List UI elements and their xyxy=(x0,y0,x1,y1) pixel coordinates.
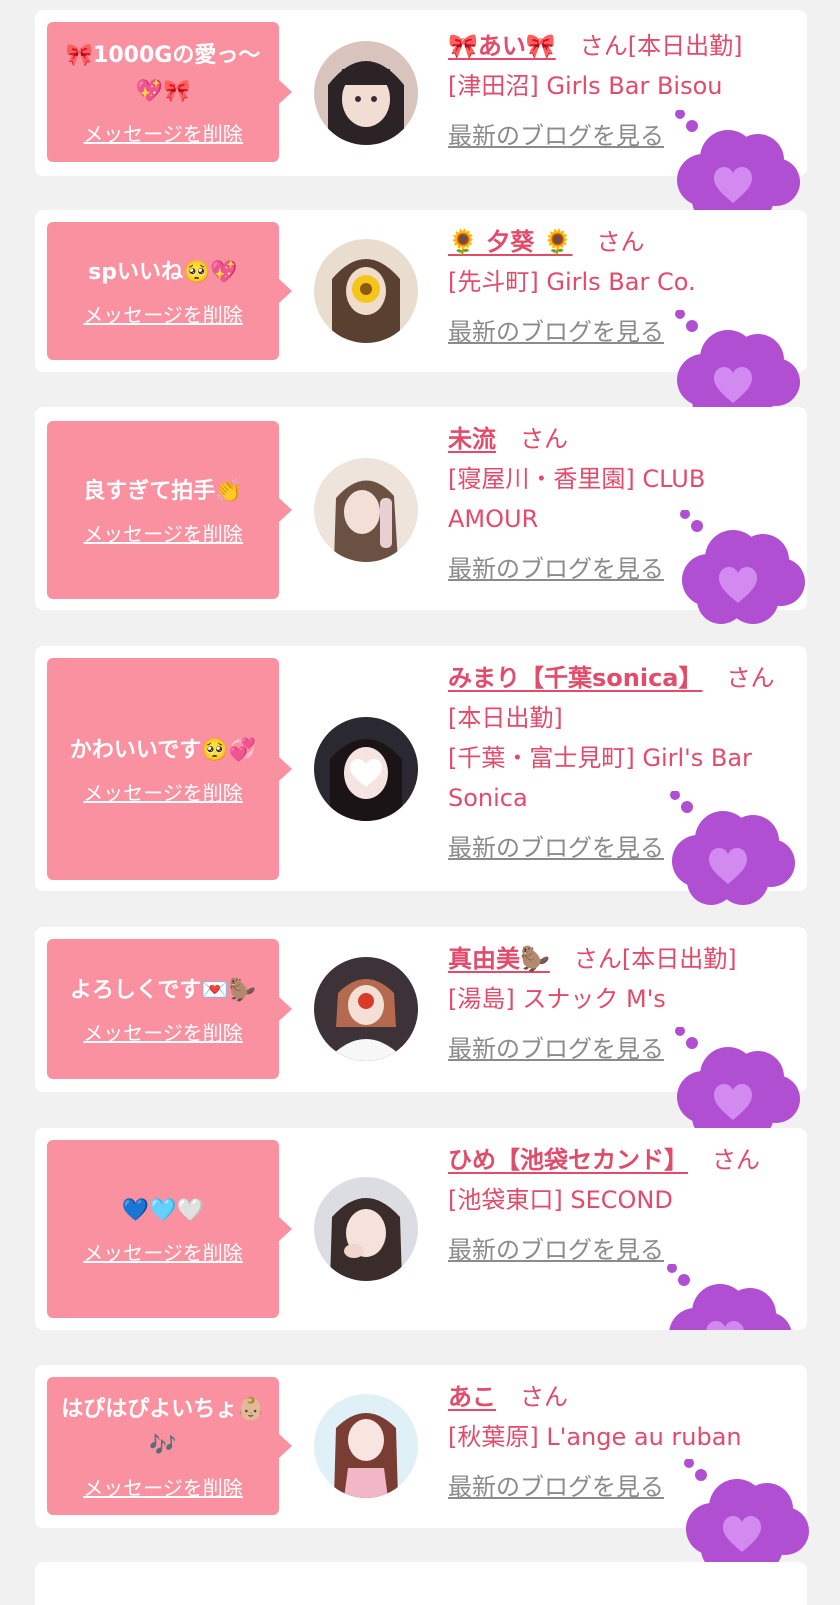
message-list: 🎀1000Gの愛っ〜💖🎀 メッセージを削除 🎀あい🎀 さん[本日出勤] [津田沼]… xyxy=(0,0,840,1605)
shop-name: [湯島] スナック M's xyxy=(448,985,666,1013)
delete-message-link[interactable]: メッセージを削除 xyxy=(83,518,243,547)
delete-message-link[interactable]: メッセージを削除 xyxy=(83,1472,243,1501)
honorific: さん xyxy=(520,1383,568,1411)
avatar[interactable] xyxy=(314,239,418,343)
message-card: はぴはぴよいちょ👶🏼🎶 メッセージを削除 あこ さん [秋葉原] L'ange a… xyxy=(35,1365,809,1573)
delete-message-link[interactable]: メッセージを削除 xyxy=(83,777,243,806)
honorific: さん xyxy=(596,228,645,256)
message-text: よろしくです💌🦫 xyxy=(69,977,257,1003)
honorific: さん xyxy=(726,664,775,692)
avatar[interactable] xyxy=(314,458,418,562)
girl-name-link[interactable]: あこ xyxy=(448,1383,496,1411)
status-label: [本日出勤] xyxy=(448,704,563,732)
shop-name: [津田沼] Girls Bar Bisou xyxy=(448,72,723,100)
honorific: さん xyxy=(573,945,622,973)
message-bubble: 💙🩵🤍 メッセージを削除 xyxy=(47,1140,292,1318)
message-bubble: かわいいです🥺💞 メッセージを削除 xyxy=(47,658,292,880)
message-card: 良すぎて拍手👏 メッセージを削除 未流 さん [寝屋川・香里園] CLUB AMO… xyxy=(35,407,807,624)
girl-name-link[interactable]: 真由美🦫 xyxy=(448,945,550,973)
purple-heart-icon xyxy=(650,1264,800,1330)
status-label: [本日出勤] xyxy=(621,945,737,973)
message-card: spいいね🥺💖 メッセージを削除 🌻 夕葵 🌻 さん [先斗町] Girls Ba… xyxy=(35,210,807,424)
purple-heart-icon xyxy=(653,791,803,909)
message-bubble: はぴはぴよいちょ👶🏼🎶 メッセージを削除 xyxy=(47,1377,292,1515)
message-text: 🎀1000Gの愛っ〜💖🎀 xyxy=(65,42,261,104)
girl-name-link[interactable]: ひめ【池袋セカンド】 xyxy=(448,1146,688,1174)
avatar[interactable] xyxy=(314,717,418,821)
avatar[interactable] xyxy=(314,41,418,145)
girl-name-link[interactable]: 🎀あい🎀 xyxy=(448,32,556,60)
girl-info: ひめ【池袋セカンド】 さん [池袋東口] SECOND 最新のブログを見る xyxy=(448,1140,780,1270)
girl-name-link[interactable]: 🌻 夕葵 🌻 xyxy=(448,228,572,256)
avatar[interactable] xyxy=(314,1177,418,1281)
message-text: はぴはぴよいちょ👶🏼🎶 xyxy=(61,1396,265,1458)
message-bubble: spいいね🥺💖 メッセージを削除 xyxy=(47,222,292,360)
message-card: かわいいです🥺💞 メッセージを削除 みまり【千葉sonica】 さん[本日出勤] … xyxy=(35,646,807,905)
shop-name: [先斗町] Girls Bar Co. xyxy=(448,268,696,296)
delete-message-link[interactable]: メッセージを削除 xyxy=(83,1017,243,1046)
delete-message-link[interactable]: メッセージを削除 xyxy=(83,299,243,328)
honorific: さん xyxy=(579,32,628,60)
purple-heart-icon xyxy=(667,1459,817,1577)
message-card: 🎀1000Gの愛っ〜💖🎀 メッセージを削除 🎀あい🎀 さん[本日出勤] [津田沼]… xyxy=(35,10,807,224)
message-bubble: 🎀1000Gの愛っ〜💖🎀 メッセージを削除 xyxy=(47,22,292,162)
status-label: [本日出勤] xyxy=(627,32,743,60)
purple-heart-icon xyxy=(663,510,813,628)
message-card: よろしくです💌🦫 メッセージを削除 真由美🦫 さん[本日出勤] [湯島] スナック… xyxy=(35,927,807,1141)
honorific: さん xyxy=(520,425,568,453)
shop-name: [秋葉原] L'ange au ruban xyxy=(448,1423,742,1451)
message-text: spいいね🥺💖 xyxy=(88,259,238,285)
message-text: 良すぎて拍手👏 xyxy=(83,478,243,504)
honorific: さん xyxy=(712,1146,760,1174)
shop-name: [池袋東口] SECOND xyxy=(448,1186,673,1214)
message-card xyxy=(35,1562,807,1605)
avatar[interactable] xyxy=(314,1394,418,1498)
message-text: かわいいです🥺💞 xyxy=(69,737,257,763)
message-card: 💙🩵🤍 メッセージを削除 ひめ【池袋セカンド】 さん [池袋東口] SECOND … xyxy=(35,1128,807,1330)
girl-name-link[interactable]: みまり【千葉sonica】 xyxy=(448,664,703,692)
girl-name-link[interactable]: 未流 xyxy=(448,425,496,453)
message-bubble: 良すぎて拍手👏 メッセージを削除 xyxy=(47,421,292,599)
message-text: 💙🩵🤍 xyxy=(121,1197,205,1223)
message-bubble: よろしくです💌🦫 メッセージを削除 xyxy=(47,939,292,1079)
delete-message-link[interactable]: メッセージを削除 xyxy=(83,1237,243,1266)
delete-message-link[interactable]: メッセージを削除 xyxy=(83,118,243,147)
avatar[interactable] xyxy=(314,957,418,1061)
